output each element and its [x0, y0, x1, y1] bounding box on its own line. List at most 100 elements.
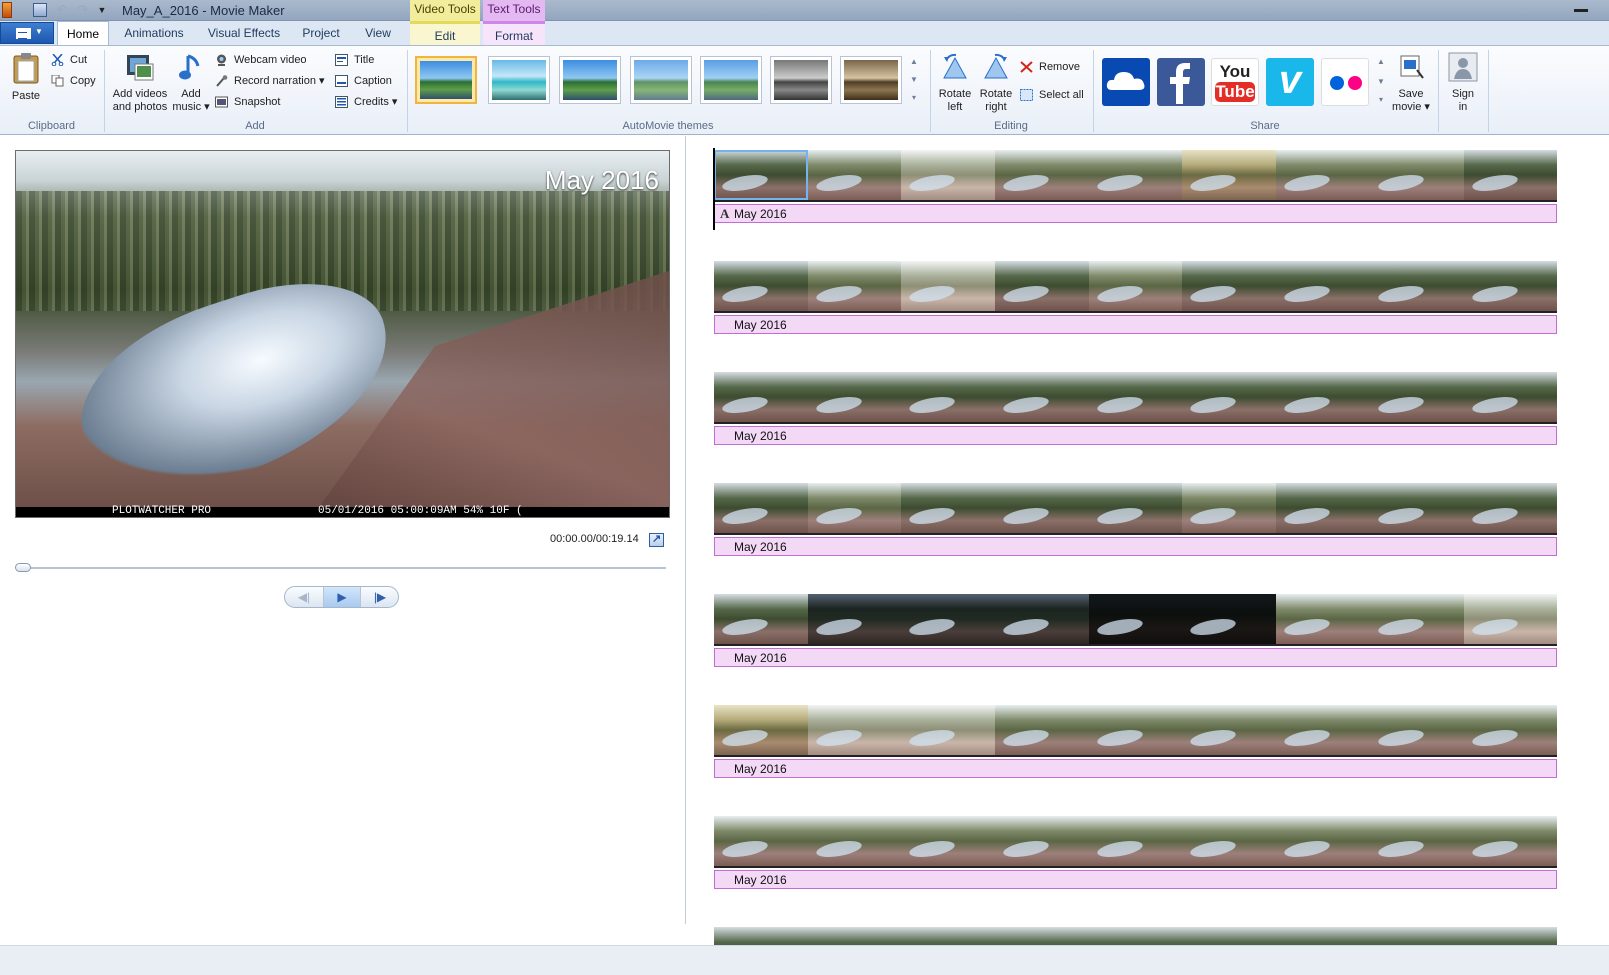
minimize-button[interactable] [1574, 9, 1588, 12]
clip-thumbnail[interactable] [1182, 150, 1277, 200]
clip-thumbnail[interactable] [995, 261, 1089, 311]
clip-thumbnail[interactable] [1276, 705, 1370, 755]
seek-bar[interactable] [16, 567, 666, 569]
snapshot-button[interactable]: Snapshot [215, 94, 280, 110]
tab-project[interactable]: Project [297, 21, 345, 45]
clip-thumbnail[interactable] [807, 261, 902, 311]
clip-thumbnail[interactable] [901, 594, 996, 644]
clip-thumbnail[interactable] [1369, 150, 1464, 200]
save-icon[interactable] [33, 3, 47, 17]
save-movie-button[interactable]: Save movie ▾ [1392, 52, 1430, 114]
tab-animations[interactable]: Animations [117, 21, 191, 45]
caption-track[interactable]: May 2016 [714, 759, 1557, 778]
rotate-left-button[interactable]: Rotate left [935, 52, 975, 114]
tab-format[interactable]: Format [483, 21, 545, 45]
undo-icon[interactable]: ↶ [55, 3, 69, 17]
select-all-button[interactable]: Select all [1020, 87, 1084, 103]
vimeo-share-button[interactable]: v [1266, 58, 1314, 106]
clip-thumbnail[interactable] [1182, 261, 1277, 311]
caption-track[interactable]: May 2016 [714, 315, 1557, 334]
clip-thumbnail[interactable] [995, 372, 1089, 422]
remove-button[interactable]: Remove [1020, 59, 1080, 75]
clip-thumbnail[interactable] [1463, 483, 1558, 533]
add-videos-and-photos-button[interactable]: Add videos and photos [108, 52, 172, 114]
rotate-right-button[interactable]: Rotate right [976, 52, 1016, 114]
clip-thumbnail[interactable] [1276, 372, 1370, 422]
clip-thumbnail[interactable] [1182, 372, 1277, 422]
clip-thumbnail[interactable] [714, 372, 808, 422]
share-scroll-down-icon[interactable]: ▼ [1375, 76, 1387, 88]
clip-thumbnail[interactable] [807, 372, 902, 422]
caption-track[interactable]: A May 2016 [714, 204, 1557, 223]
file-menu-button[interactable]: ▼ [0, 22, 54, 44]
clip-thumbnail[interactable] [807, 816, 902, 866]
next-frame-button[interactable]: |▶ [361, 587, 399, 607]
clip-thumbnail[interactable] [1276, 150, 1370, 200]
clip-thumbnail[interactable] [1463, 150, 1558, 200]
copy-button[interactable]: Copy [51, 73, 96, 89]
clip-thumbnail[interactable] [807, 150, 902, 200]
theme-default[interactable] [415, 56, 477, 104]
pane-splitter[interactable] [685, 136, 686, 924]
clip-thumbnail[interactable] [807, 594, 902, 644]
theme-cinematic[interactable] [700, 56, 762, 104]
clip-thumbnail[interactable] [1369, 705, 1464, 755]
fullscreen-preview-button[interactable] [649, 532, 664, 547]
clip-filmstrip[interactable] [714, 816, 1558, 868]
clip-filmstrip[interactable] [714, 483, 1558, 535]
clip-thumbnail[interactable] [807, 705, 902, 755]
clip-thumbnail[interactable] [1369, 816, 1464, 866]
clip-thumbnail[interactable] [1088, 705, 1183, 755]
clip-thumbnail[interactable] [1463, 705, 1558, 755]
share-scroll-up-icon[interactable]: ▲ [1375, 56, 1387, 68]
clip-thumbnail[interactable] [1463, 816, 1558, 866]
clip-filmstrip[interactable] [714, 372, 1558, 424]
flickr-share-button[interactable] [1321, 58, 1369, 106]
theme-black-and-white[interactable] [770, 56, 832, 104]
clip-thumbnail[interactable] [1369, 483, 1464, 533]
clip-thumbnail[interactable] [1182, 594, 1277, 644]
credits-button[interactable]: Credits ▾ [335, 94, 397, 110]
clip-thumbnail[interactable] [1088, 150, 1183, 200]
clip-thumbnail[interactable] [1088, 816, 1183, 866]
title-button[interactable]: Title [335, 52, 374, 68]
clip-filmstrip[interactable] [714, 261, 1558, 313]
clip-thumbnail[interactable] [1276, 261, 1370, 311]
clip-thumbnail[interactable] [995, 816, 1089, 866]
tab-view[interactable]: View [357, 21, 399, 45]
tab-visual-effects[interactable]: Visual Effects [203, 21, 285, 45]
tab-edit[interactable]: Edit [410, 21, 480, 45]
seek-thumb[interactable] [15, 563, 31, 572]
quick-access-menu-icon[interactable]: ▼ [95, 3, 109, 17]
app-icon[interactable] [2, 2, 12, 18]
paste-button[interactable]: Paste [8, 52, 44, 103]
onedrive-share-button[interactable] [1102, 58, 1150, 106]
redo-icon[interactable]: ↷ [76, 3, 90, 17]
clip-filmstrip[interactable] [714, 150, 1558, 202]
caption-track[interactable]: May 2016 [714, 870, 1557, 889]
clip-thumbnail[interactable] [995, 483, 1089, 533]
clip-thumbnail[interactable] [901, 150, 996, 200]
preview-monitor[interactable]: May 2016 PLOTWATCHER PRO 05/01/2016 05:0… [15, 150, 670, 518]
clip-thumbnail[interactable] [714, 594, 808, 644]
tab-home[interactable]: Home [57, 21, 109, 45]
clip-thumbnail[interactable] [714, 261, 808, 311]
clip-thumbnail[interactable] [1182, 483, 1277, 533]
caption-track[interactable]: May 2016 [714, 648, 1557, 667]
clip-thumbnail[interactable] [901, 483, 996, 533]
clip-filmstrip[interactable] [714, 594, 1558, 646]
themes-scroll-down-icon[interactable]: ▼ [908, 74, 920, 86]
theme-fade[interactable] [559, 56, 621, 104]
clip-thumbnail[interactable] [1369, 594, 1464, 644]
webcam-video-button[interactable]: Webcam video [215, 52, 307, 68]
clip-thumbnail[interactable] [995, 150, 1089, 200]
clip-thumbnail[interactable] [807, 483, 902, 533]
caption-track[interactable]: May 2016 [714, 426, 1557, 445]
clip-thumbnail[interactable] [901, 372, 996, 422]
clip-thumbnail[interactable] [1088, 372, 1183, 422]
clip-thumbnail[interactable] [901, 705, 996, 755]
facebook-share-button[interactable] [1157, 58, 1205, 106]
clip-thumbnail[interactable] [901, 261, 996, 311]
clip-thumbnail[interactable] [714, 705, 808, 755]
clip-thumbnail[interactable] [1088, 594, 1183, 644]
